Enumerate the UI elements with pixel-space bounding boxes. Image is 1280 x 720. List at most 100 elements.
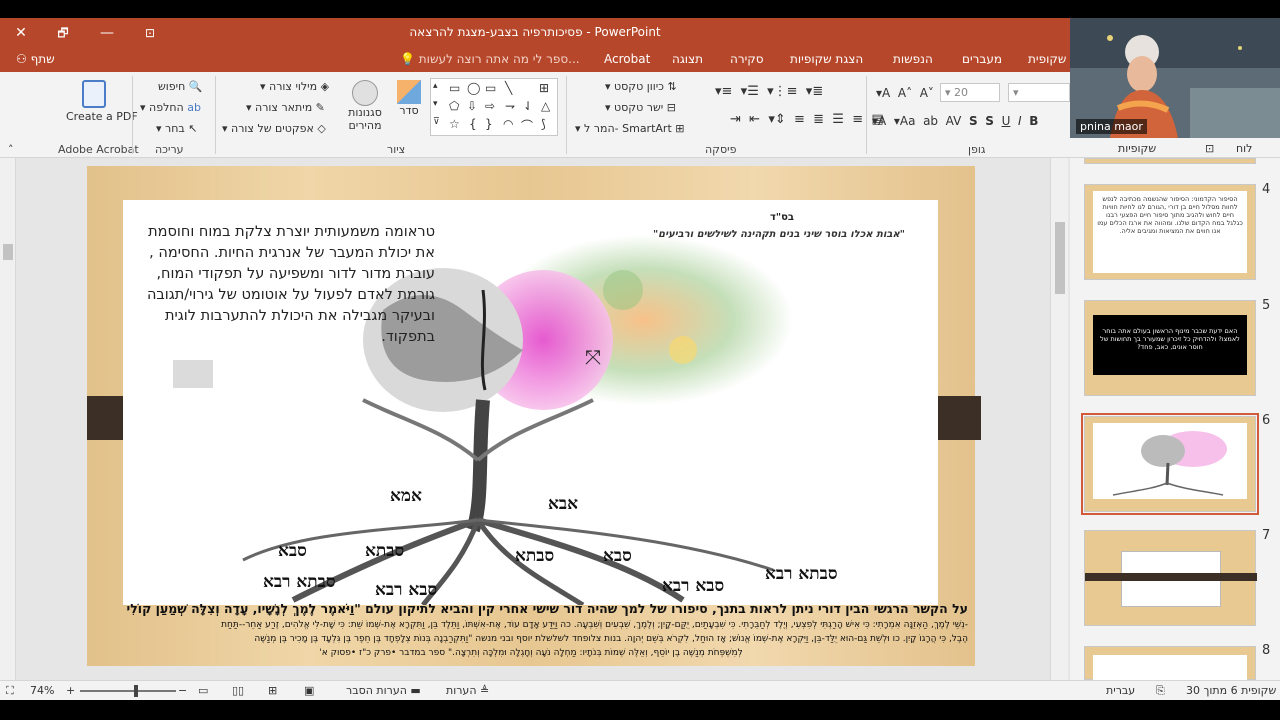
freeform-shape-icon[interactable]: ⟆: [541, 117, 546, 131]
quote-line: על הקשר הרגשי הבין דורי ניתן לראות בתנך,…: [126, 601, 968, 616]
tab-slide[interactable]: שקופית: [1028, 52, 1066, 66]
group-label-drawing: ציור: [387, 143, 406, 156]
font-size-field[interactable]: ▾ 20: [940, 83, 1000, 102]
slide-thumbnail[interactable]: הסיפור הקדמוני: הסיפור שהנשמה מכתיבה לנפ…: [1084, 184, 1256, 280]
select-button[interactable]: ▾ בחר ↖: [156, 122, 198, 135]
shape-fill-button[interactable]: ▾ מילוי צורה ◈: [260, 80, 329, 93]
slide-number: 5: [1262, 298, 1271, 313]
triangle-shape-icon[interactable]: △: [541, 99, 550, 113]
tab-transitions[interactable]: מעברים: [962, 52, 1002, 66]
elbow-shape-icon[interactable]: ⇃: [523, 99, 533, 113]
left-brace-shape-icon[interactable]: {: [469, 117, 477, 131]
rect-shape-icon[interactable]: ▭: [485, 81, 496, 95]
align-text-button[interactable]: ▾ ישר טקסט ⊟: [605, 101, 676, 114]
notes-button[interactable]: הערות ≜: [446, 684, 489, 697]
fit-to-window-icon[interactable]: ⛶: [6, 684, 14, 698]
arc-shape-icon[interactable]: ◠: [503, 117, 513, 131]
more-shapes-icon[interactable]: ⊽: [433, 117, 440, 127]
connector-shape-icon[interactable]: ⇁: [505, 99, 515, 113]
left-scrollbar[interactable]: [0, 158, 16, 680]
slide-sorter-icon[interactable]: ⊞: [268, 684, 277, 697]
shape-outline-button[interactable]: ▾ מיתאר צורה ✎: [246, 101, 325, 114]
reading-view-icon[interactable]: ▯▯: [232, 684, 244, 697]
create-pdf-button[interactable]: Create a PDF: [66, 80, 138, 123]
line-shape-icon[interactable]: ╲: [505, 81, 512, 95]
language-indicator[interactable]: עברית: [1106, 684, 1135, 697]
text-direction-button[interactable]: ▾ כיוון טקסט ⇅: [605, 80, 677, 93]
title-bar: ✕ 🗗 — ⊡ פסיכותרפיה בצבע-מצגת להרצאה - Po…: [0, 18, 1070, 48]
slide-number: 6: [1262, 413, 1271, 428]
star-shape-icon[interactable]: ☆: [449, 117, 460, 131]
slideshow-view-icon[interactable]: ▭: [198, 684, 208, 697]
list-buttons[interactable]: ▾≡ ▾☰ ▾⋮≡ ▾≣: [715, 84, 823, 99]
right-brace-shape-icon[interactable]: }: [485, 117, 493, 131]
bottom-quote[interactable]: על הקשר הרגשי הבין דורי ניתן לראות בתנך,…: [94, 600, 968, 660]
group-label-acrobat: Adobe Acrobat: [58, 143, 139, 156]
rectangle-shape-icon[interactable]: ▭: [449, 81, 460, 95]
scroll-thumb[interactable]: [1055, 222, 1065, 294]
zoom-level[interactable]: 74%: [30, 684, 54, 697]
curve-shape-icon[interactable]: ⌒: [521, 117, 533, 134]
lightbulb-icon: 💡: [400, 52, 415, 66]
align-icon: ⊟: [666, 101, 676, 114]
slide-thumbnail[interactable]: האם ידעת שכבר מינוף הראשון בעולם אתה בוח…: [1084, 300, 1256, 396]
zoom-slider-thumb[interactable]: [134, 685, 138, 697]
effects-icon: ◇: [317, 122, 326, 135]
textbox-shape-icon[interactable]: ⊞: [539, 81, 549, 95]
vertical-scrollbar[interactable]: [1050, 158, 1068, 680]
scroll-down-icon[interactable]: ▾: [433, 99, 438, 109]
zoom-in-icon[interactable]: +: [66, 684, 75, 697]
tab-slideshow[interactable]: הצגת שקופיות: [790, 52, 863, 66]
font-color-buttons[interactable]: ▾A A˄ A˅: [876, 86, 934, 100]
slide-thumbnail[interactable]: [1084, 530, 1257, 626]
indent-buttons[interactable]: ⇥ ⇤ ▾⇕ ≡ ≣ ☰ ≡ ▤: [730, 112, 884, 127]
search-icon: 🔍: [188, 80, 203, 93]
chevron-down-icon: ▾: [260, 80, 266, 93]
right-arrow-shape-icon[interactable]: ⇨: [485, 99, 495, 113]
slide-thumbnail[interactable]: [1084, 646, 1256, 681]
scroll-thumb[interactable]: [3, 244, 13, 260]
shapes-gallery[interactable]: ▭ ◯ ▭ ╲ ⊞ ⬠ ⇩ ⇨ ⇁ ⇃ △ ☆ { } ◠ ⌒ ⟆ ▴ ▾ ⊽: [430, 78, 558, 136]
zoom-out-icon[interactable]: −: [178, 684, 187, 697]
smartart-icon: ⊞: [675, 122, 685, 135]
smartart-button[interactable]: ▾ המר ל- SmartArt ⊞: [575, 122, 684, 135]
trauma-paragraph[interactable]: טראומה משמעותית יוצרת צלקת במוח וחוסמת א…: [135, 222, 435, 348]
group-label-editing: עריכה: [155, 143, 184, 156]
label-savta-raba: סבתא רבא: [765, 564, 838, 584]
label-saba-raba: סבא רבא: [662, 576, 725, 596]
share-button[interactable]: ⚇ שתף: [16, 52, 55, 66]
tab-acrobat[interactable]: Acrobat: [604, 52, 650, 66]
shape-effects-button[interactable]: ▾ אפקטים של צורה ◇: [222, 122, 326, 135]
arrange-button[interactable]: סדר: [394, 80, 424, 117]
tab-animations[interactable]: הנפשות: [893, 52, 933, 66]
slide-thumbnail[interactable]: [1084, 158, 1256, 164]
tell-me-search[interactable]: 💡 ספר לי מה אתה רוצה לעשות...: [400, 52, 580, 66]
spellcheck-icon[interactable]: ⎘: [1156, 684, 1165, 698]
comments-button[interactable]: הערות הסבר ▬: [346, 684, 421, 697]
participant-name: pnina maor: [1076, 119, 1147, 134]
bsd-header: בס"ד: [770, 212, 794, 223]
group-label-paragraph: פיסקה: [705, 143, 737, 156]
normal-view-icon[interactable]: ▣: [304, 684, 314, 697]
replace-button[interactable]: ▾ החלפה ab: [140, 101, 201, 114]
quick-styles-button[interactable]: סגנונות מהירים: [342, 80, 388, 132]
find-button[interactable]: חיפוש 🔍: [158, 80, 203, 93]
scroll-up-icon[interactable]: ▴: [433, 81, 438, 91]
tab-review[interactable]: סקירה: [730, 52, 764, 66]
tab-view[interactable]: תצוגה: [672, 52, 703, 66]
clipboard-expand-icon[interactable]: ⊡: [1205, 142, 1214, 155]
label-saba-raba: סבא רבא: [375, 580, 438, 600]
oval-shape-icon[interactable]: ◯: [467, 81, 480, 95]
slide-thumbnail-selected[interactable]: [1081, 413, 1259, 515]
chevron-down-icon: ▾: [156, 122, 162, 135]
chevron-down-icon: ▾: [575, 122, 581, 135]
font-format-buttons[interactable]: ▾A ▾Aa ab AV S S U I B: [872, 114, 1038, 128]
quote-line: לְמִשְׁפְּחֹת מְנַשֶּׁה בֶן יוֹסֵף, וְאֵ…: [319, 648, 743, 658]
collapse-ribbon-icon[interactable]: ˄: [8, 143, 14, 156]
zoom-slider[interactable]: [80, 685, 176, 697]
font-family-field[interactable]: ▾: [1008, 83, 1070, 102]
down-arrow-shape-icon[interactable]: ⇩: [467, 99, 477, 113]
slide-number: 8: [1262, 643, 1271, 658]
arrange-icon: [397, 80, 421, 104]
pentagon-shape-icon[interactable]: ⬠: [449, 99, 459, 113]
